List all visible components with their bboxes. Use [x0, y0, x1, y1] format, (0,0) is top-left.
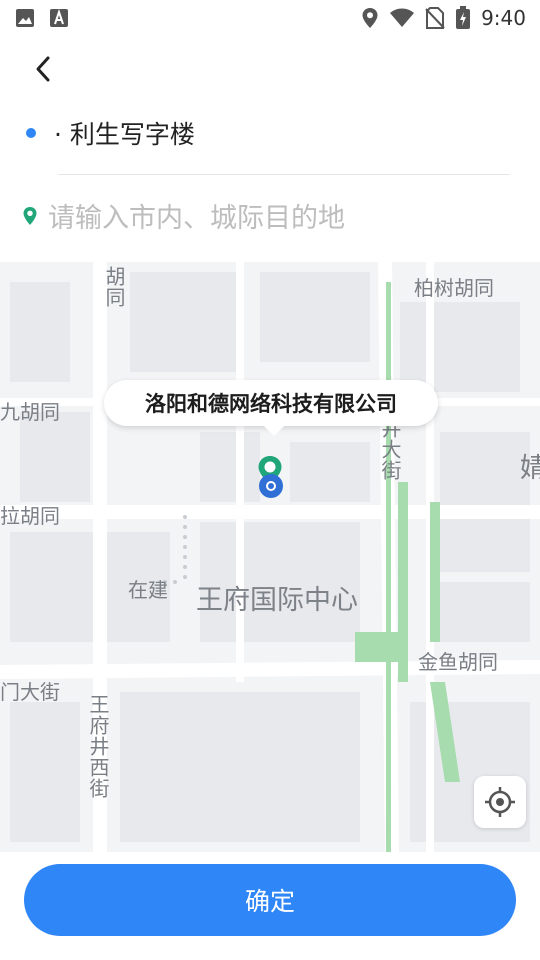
battery-charging-icon	[455, 6, 471, 30]
confirm-button[interactable]: 确定	[24, 864, 516, 936]
map-base	[0, 262, 540, 852]
destination-row[interactable]	[0, 192, 540, 242]
font-a-icon	[48, 7, 70, 29]
image-icon	[14, 7, 36, 29]
current-location-icon	[257, 472, 285, 504]
map-label-jing-dajie: 井大街	[378, 418, 402, 481]
wifi-icon	[389, 7, 415, 29]
map-view[interactable]: 胡同 柏树胡同 九胡同 拉胡同 在建 王府国际中心 金鱼胡同 门大街 王府井西街…	[0, 262, 540, 852]
back-button[interactable]	[26, 52, 60, 86]
map-label-baishu-hutong: 柏树胡同	[414, 276, 494, 300]
start-location-text: · 利生写字楼	[54, 120, 195, 149]
map-label-wangfu-center: 王府国际中心	[196, 585, 358, 616]
map-label-jiu-hutong: 九胡同	[0, 400, 60, 424]
status-bar: 9:40	[0, 0, 540, 36]
map-label-zaijian: 在建	[128, 578, 168, 602]
start-dot-icon	[26, 128, 36, 138]
map-label-men-dajie: 门大街	[0, 680, 60, 704]
status-time: 9:40	[481, 6, 526, 30]
map-label-edge: 婧	[520, 453, 540, 484]
no-sim-icon	[425, 7, 445, 29]
location-icon	[361, 7, 379, 29]
locate-button[interactable]	[474, 776, 526, 828]
crosshair-icon	[485, 787, 515, 817]
map-label-hutong: 胡同	[102, 266, 126, 308]
destination-input[interactable]	[48, 198, 508, 238]
destination-pin-icon	[22, 206, 38, 230]
start-location-row[interactable]: · 利生写字楼	[0, 108, 540, 158]
chevron-left-icon	[36, 56, 50, 82]
map-label-wangfujing-xijie: 王府井西街	[86, 694, 110, 799]
divider	[58, 174, 510, 175]
poi-callout[interactable]: 洛阳和德网络科技有限公司	[104, 380, 438, 436]
map-label-jinyu-hutong: 金鱼胡同	[418, 650, 498, 674]
map-label-la-hutong: 拉胡同	[0, 504, 60, 528]
